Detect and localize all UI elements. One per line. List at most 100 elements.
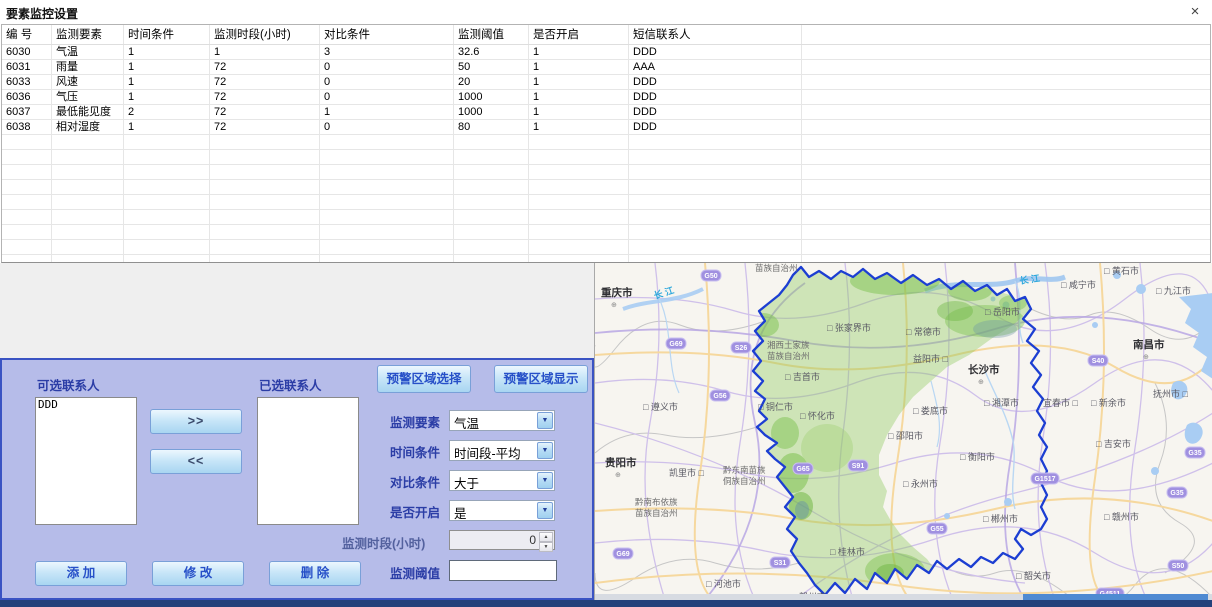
table-row[interactable]: 6036气压172010001DDD: [2, 90, 1210, 105]
add-button[interactable]: 添 加: [35, 561, 127, 586]
table-row: [2, 180, 1210, 195]
table-row: [2, 195, 1210, 210]
highway-badge-label: G50: [704, 273, 717, 280]
column-header[interactable]: [802, 25, 1210, 44]
table-cell: 72: [210, 90, 320, 104]
map-city-label: □ 新余市: [1091, 397, 1126, 408]
chevron-down-icon[interactable]: ▼: [537, 472, 553, 489]
table-cell: 50: [454, 60, 529, 74]
close-icon[interactable]: ×: [1186, 3, 1204, 21]
table-cell: 80: [454, 120, 529, 134]
table-cell: [2, 150, 52, 164]
table-row[interactable]: 6030气温11332.61DDD: [2, 45, 1210, 60]
available-contacts-list[interactable]: DDD: [35, 397, 137, 525]
table-cell: [454, 165, 529, 179]
table-cell: [629, 240, 802, 254]
map-city-label: □ 怀化市: [800, 410, 835, 421]
table-cell: [124, 240, 210, 254]
column-header[interactable]: 对比条件: [320, 25, 454, 44]
contact-item[interactable]: DDD: [36, 398, 136, 411]
table-cell: 1: [529, 60, 629, 74]
map-city-label: 长沙市: [968, 363, 1000, 376]
column-header[interactable]: 监测要素: [52, 25, 124, 44]
time-condition-combo[interactable]: 时间段-平均 ▼: [449, 440, 555, 461]
highway-badge-label: G69: [669, 341, 682, 348]
map-city-label: □ 韶关市: [1016, 570, 1051, 581]
element-combo[interactable]: 气温 ▼: [449, 410, 555, 431]
column-header[interactable]: 是否开启: [529, 25, 629, 44]
period-spinner[interactable]: 0 ▲ ▼: [449, 530, 555, 550]
table-cell: [124, 135, 210, 149]
warning-area-display-button[interactable]: 预警区域显示: [494, 365, 588, 393]
table-cell: [529, 225, 629, 239]
map-city-label: □ 娄底市: [913, 405, 948, 416]
compare-condition-combo[interactable]: 大于 ▼: [449, 470, 555, 491]
map-region-label: 黔南布依族: [635, 497, 678, 507]
delete-button[interactable]: 删 除: [269, 561, 361, 586]
highway-badge-label: G56: [713, 393, 726, 400]
map-city-label: □ 咸宁市: [1061, 279, 1096, 290]
column-header[interactable]: 编 号: [2, 25, 52, 44]
table-cell: 1000: [454, 105, 529, 119]
table-cell: 0: [320, 75, 454, 89]
map-city-label: 宜春市 □: [1043, 397, 1079, 408]
column-header[interactable]: 时间条件: [124, 25, 210, 44]
highway-badge-label: S26: [735, 345, 748, 352]
warning-area-select-button[interactable]: 预警区域选择: [377, 365, 471, 393]
table-cell: 1: [124, 75, 210, 89]
chevron-down-icon[interactable]: ▼: [537, 442, 553, 459]
table-cell: 6037: [2, 105, 52, 119]
spin-down-icon[interactable]: ▼: [539, 542, 553, 552]
enabled-combo[interactable]: 是 ▼: [449, 500, 555, 521]
move-left-button[interactable]: <<: [150, 449, 242, 474]
modify-button[interactable]: 修 改: [152, 561, 244, 586]
column-header[interactable]: 监测阈值: [454, 25, 529, 44]
map-region-label: 黔东南苗族: [723, 465, 766, 475]
table-cell: [629, 255, 802, 263]
enabled-label: 是否开启: [390, 502, 440, 521]
compare-condition-label: 对比条件: [390, 472, 440, 491]
table-cell: [2, 225, 52, 239]
element-value: 气温: [454, 413, 479, 432]
table-cell: [124, 210, 210, 224]
move-right-button[interactable]: >>: [150, 409, 242, 434]
map-view[interactable]: □ 遵义市□ 铜仁市□ 吉首市□ 张家界市□ 常德市益阳市 □□ 岳阳市□ 湘潭…: [594, 263, 1212, 600]
table-cell: [2, 255, 52, 263]
spin-up-icon[interactable]: ▲: [539, 532, 553, 542]
period-value: 0: [529, 533, 536, 547]
table-cell: DDD: [629, 105, 802, 119]
table-cell: [802, 135, 1210, 149]
table-row[interactable]: 6033风速1720201DDD: [2, 75, 1210, 90]
map-city-label: 贵阳市: [605, 456, 637, 469]
table-cell: [454, 150, 529, 164]
table-row[interactable]: 6031雨量1720501AAA: [2, 60, 1210, 75]
table-cell: 6031: [2, 60, 52, 74]
table-cell: [320, 135, 454, 149]
chevron-down-icon[interactable]: ▼: [537, 502, 553, 519]
table-cell: 气压: [52, 90, 124, 104]
map-city-label: □ 湘潭市: [984, 397, 1019, 408]
selected-contacts-list[interactable]: [257, 397, 359, 525]
table-cell: 1: [529, 75, 629, 89]
spacer-region: [0, 263, 594, 358]
threshold-input[interactable]: [449, 560, 557, 581]
table-cell: [454, 255, 529, 263]
table-cell: [124, 255, 210, 263]
chevron-down-icon[interactable]: ▼: [537, 412, 553, 429]
map-city-label: □ 永州市: [903, 478, 938, 489]
table-cell: DDD: [629, 90, 802, 104]
table-cell: 0: [320, 120, 454, 134]
table-cell: [2, 240, 52, 254]
map-city-label: □ 吉安市: [1096, 438, 1131, 449]
table-cell: 1: [529, 90, 629, 104]
table-row[interactable]: 6037最低能见度272110001DDD: [2, 105, 1210, 120]
table-cell: [52, 240, 124, 254]
column-header[interactable]: 短信联系人: [629, 25, 802, 44]
table-cell: [629, 180, 802, 194]
table-row[interactable]: 6038相对湿度1720801DDD: [2, 120, 1210, 135]
map-city-label: □ 常德市: [906, 326, 941, 337]
table-header-row: 编 号监测要素时间条件监测时段(小时)对比条件监测阈值是否开启短信联系人: [2, 25, 1210, 45]
map-city-label: □ 河池市: [706, 578, 741, 589]
table-cell: 气温: [52, 45, 124, 59]
column-header[interactable]: 监测时段(小时): [210, 25, 320, 44]
